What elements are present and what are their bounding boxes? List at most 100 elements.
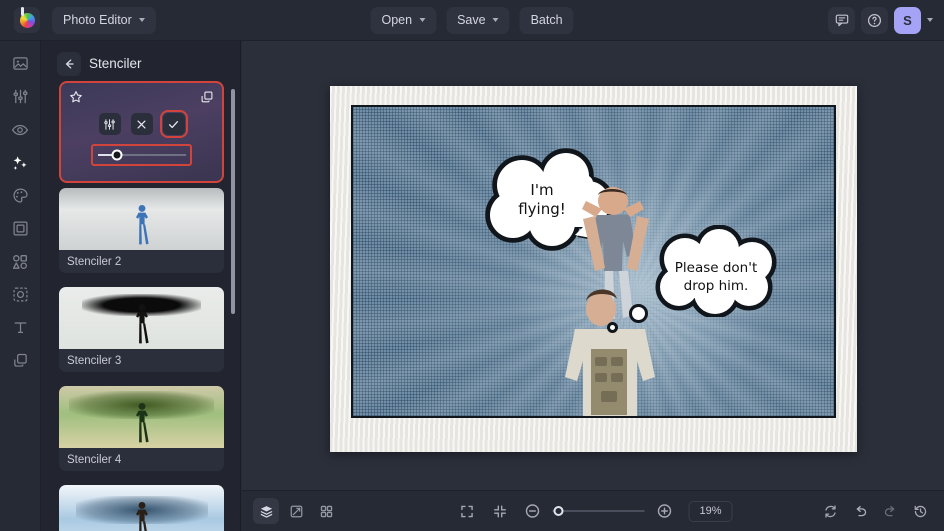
chat-bubble-icon [835, 13, 849, 27]
zoom-out-icon [525, 503, 541, 519]
rail-item-effects[interactable] [5, 152, 35, 173]
fit-screen-button[interactable] [454, 498, 480, 524]
app-switcher-button[interactable]: Photo Editor [52, 7, 156, 34]
layers-icon [12, 352, 29, 369]
shrink-screen-button[interactable] [487, 498, 513, 524]
preset-thumbnail [59, 188, 224, 250]
save-button[interactable]: Save [446, 7, 510, 34]
file-actions-group: Open Save Batch [370, 7, 573, 34]
preset-thumbnail [59, 386, 224, 448]
thought-trail-circle-large [629, 304, 648, 323]
help-button[interactable] [861, 7, 888, 34]
stencil-figure-icon [127, 299, 157, 347]
preset-card-stenciler-2[interactable]: Stenciler 2 [59, 188, 224, 273]
rail-item-palette[interactable] [5, 185, 35, 206]
preset-label: Stenciler 4 [59, 448, 224, 471]
question-circle-icon [867, 13, 882, 28]
user-avatar[interactable]: S [894, 7, 921, 34]
check-icon [167, 118, 180, 131]
grid-view-button[interactable] [313, 498, 339, 524]
cutout-mask-icon [12, 286, 29, 303]
rail-item-shapes[interactable] [5, 251, 35, 272]
preset-action-buttons [61, 113, 222, 135]
artboard[interactable]: I'm flying! [330, 86, 857, 452]
duplicate-button[interactable] [200, 90, 214, 104]
app-logo[interactable] [14, 7, 40, 33]
rail-item-text[interactable] [5, 317, 35, 338]
history-clock-icon [913, 504, 928, 519]
layers-stack-icon [259, 504, 274, 519]
zoom-out-button[interactable] [520, 498, 546, 524]
preset-thumbnail [59, 485, 224, 531]
feedback-button[interactable] [828, 7, 855, 34]
stencil-figure-icon [127, 200, 157, 248]
batch-button[interactable]: Batch [520, 7, 574, 34]
zoom-slider-knob[interactable] [554, 506, 564, 516]
copy-layers-icon [200, 90, 214, 104]
preset-card-stenciler-5[interactable] [59, 485, 224, 531]
open-label: Open [381, 13, 412, 27]
zoom-controls: 19% [454, 498, 733, 524]
arrow-left-icon [62, 57, 76, 71]
zoom-level-value[interactable]: 19% [689, 501, 733, 522]
panel-back-button[interactable] [57, 52, 81, 76]
preset-card-stenciler-4[interactable]: Stenciler 4 [59, 386, 224, 471]
frame-icon [12, 220, 29, 237]
preset-card-stenciler-3[interactable]: Stenciler 3 [59, 287, 224, 372]
slider-knob[interactable] [112, 150, 123, 161]
eye-retouch-icon [11, 121, 29, 139]
rail-item-cutout[interactable] [5, 284, 35, 305]
sliders-icon [103, 118, 116, 131]
undo-icon [853, 504, 868, 519]
chevron-down-icon [493, 18, 499, 22]
text-icon [12, 319, 29, 336]
reset-button[interactable] [817, 498, 843, 524]
preset-card-selected[interactable] [59, 81, 224, 183]
account-actions-group: S [828, 7, 933, 34]
stenciler-panel: Stenciler [41, 41, 241, 531]
rail-item-layers[interactable] [5, 350, 35, 371]
favorite-button[interactable] [69, 90, 83, 104]
compare-toggle-icon [289, 504, 304, 519]
rail-item-adjust[interactable] [5, 86, 35, 107]
app-switcher-label: Photo Editor [63, 13, 132, 27]
open-button[interactable]: Open [370, 7, 436, 34]
zoom-in-button[interactable] [652, 498, 678, 524]
preset-thumbnail [59, 287, 224, 349]
color-wheel-logo-icon [20, 13, 35, 28]
rail-item-frame[interactable] [5, 218, 35, 239]
preset-strength-slider[interactable] [91, 144, 192, 166]
canvas-stage[interactable]: I'm flying! [242, 41, 944, 490]
redo-button[interactable] [877, 498, 903, 524]
thought-trail-circle-small [607, 322, 618, 333]
preset-label: Stenciler 3 [59, 349, 224, 372]
chevron-down-icon [419, 18, 425, 22]
preset-apply-button[interactable] [163, 113, 185, 135]
account-chevron-down-icon[interactable] [927, 18, 933, 22]
rail-item-retouch[interactable] [5, 119, 35, 140]
adjust-sliders-icon [12, 88, 29, 105]
fit-screen-icon [459, 504, 474, 519]
chevron-down-icon [139, 18, 145, 22]
tool-rail [0, 41, 41, 531]
undo-button[interactable] [847, 498, 873, 524]
history-button[interactable] [907, 498, 933, 524]
layers-button[interactable] [253, 498, 279, 524]
zoom-slider[interactable] [553, 510, 645, 512]
top-toolbar: Photo Editor Open Save Batch [0, 0, 944, 41]
sparkles-effects-icon [11, 154, 29, 172]
save-label: Save [457, 13, 486, 27]
stencil-figure-icon [127, 497, 157, 531]
photo-figures [553, 181, 683, 418]
preset-label: Stenciler 2 [59, 250, 224, 273]
panel-title: Stenciler [89, 56, 142, 71]
rail-item-image[interactable] [5, 53, 35, 74]
redo-icon [883, 504, 898, 519]
close-x-icon [135, 118, 148, 131]
preset-cancel-button[interactable] [131, 113, 153, 135]
panel-scrollbar[interactable] [231, 89, 235, 314]
compare-button[interactable] [283, 498, 309, 524]
avatar-initial: S [903, 13, 912, 28]
palette-icon [12, 187, 29, 204]
preset-settings-button[interactable] [99, 113, 121, 135]
